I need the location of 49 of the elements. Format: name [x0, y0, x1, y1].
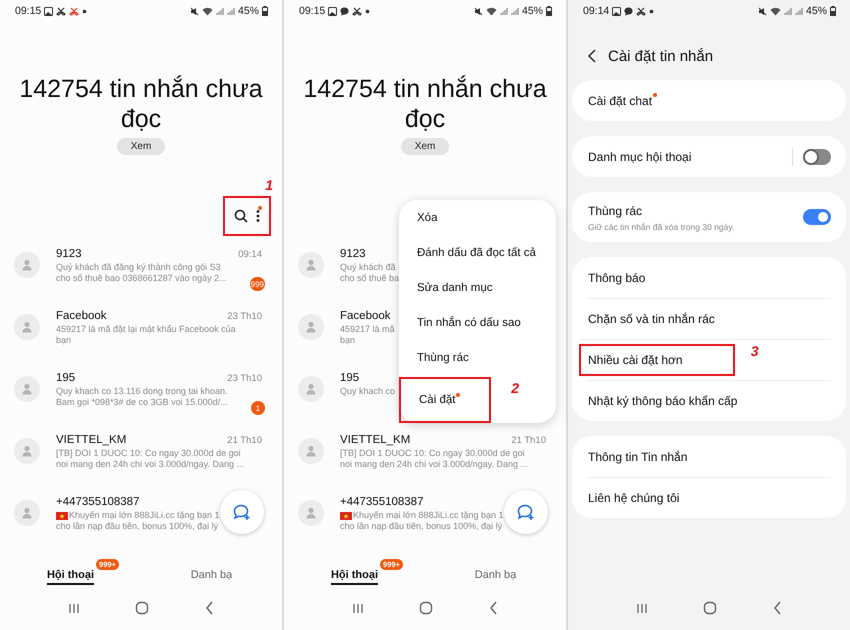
sender-name: 195 — [56, 371, 76, 386]
message-preview: Quý khách đã đăng ký thành công gói S3 — [56, 262, 221, 273]
annotation-number: 3 — [750, 344, 759, 358]
status-time: 09:15 — [299, 5, 326, 17]
message-preview: Quy khach co 13.116 dong trong tai khoan. — [56, 386, 228, 397]
annotation-number: 1 — [265, 178, 273, 192]
sender-name: VIETTEL_KM — [56, 433, 126, 448]
sender-name: +447355108387 — [56, 495, 140, 510]
status-time: 09:14 — [583, 5, 610, 17]
sender-name: +447355108387 — [340, 495, 424, 510]
annotation-number: 2 — [511, 381, 519, 395]
sender-name: Facebook — [340, 309, 391, 324]
message-preview: [TB] DOI 1 DUOC 10: Co ngay 30.000d de goi — [340, 448, 525, 459]
screen-title: Cài đặt tin nhắn — [608, 48, 714, 64]
sender-name: 9123 — [340, 247, 366, 262]
message-preview: noi mang den 24h chi voi 3.000d/ngay. Dang ... — [56, 459, 244, 470]
message-preview: 459217 là mã đặt lại mật khẩu Facebook của — [56, 324, 236, 335]
message-preview: [TB] DOI 1 DUOC 10: Co ngay 30.000d de goi — [56, 448, 241, 459]
message-time: 23 Th10 — [227, 311, 262, 322]
unread-count-title: 142754 tin nhắn chưa đọc — [302, 74, 548, 134]
sender-name: 195 — [340, 371, 360, 386]
message-preview: Quy khach co — [340, 386, 396, 397]
setting-description: Giữ các tin nhắn đã xóa trong 30 ngày. — [588, 222, 734, 232]
message-preview: bạn — [340, 335, 356, 346]
message-preview: noi mang den 24h chi voi 3.000d/ngay. Dang ... — [340, 459, 528, 470]
message-preview: 459217 là mã — [340, 324, 395, 335]
message-preview: Bam goi *098*3# de co 3GB voi 15.000d/... — [56, 397, 228, 408]
message-preview: Quý khách đã — [340, 262, 396, 273]
unread-badge: 1 — [251, 401, 265, 415]
message-time: 21 Th10 — [511, 435, 546, 446]
message-preview: cho lần nạp đầu tiên, bonus 100%, đại lý — [56, 521, 218, 532]
unread-badge: 999 — [250, 277, 265, 291]
sender-name: VIETTEL_KM — [340, 433, 410, 448]
battery-level: 45% — [238, 5, 259, 17]
message-preview: cho lần nạp đầu tiên, bonus 100%, đại lý — [340, 521, 502, 532]
message-time: 09:14 — [238, 249, 262, 260]
message-preview: Khuyến mại lớn 888JiLi.cc tặng bạn 1 — [69, 510, 220, 521]
message-time: 23 Th10 — [227, 373, 262, 384]
message-preview: bạn — [56, 335, 72, 346]
message-preview: cho số thuê bao 0368661287 vào ngày 2... — [56, 273, 227, 284]
message-time: 21 Th10 — [227, 435, 262, 446]
message-preview: Khuyến mại lớn 888JiLi.cc tặng bạn 1 — [353, 510, 504, 521]
sender-name: 9123 — [56, 247, 82, 262]
unread-count-title: 142754 tin nhắn chưa đọc — [18, 74, 264, 134]
status-time: 09:15 — [15, 5, 42, 17]
message-preview: cho số thuê ba — [340, 273, 400, 284]
battery-level: 45% — [522, 5, 543, 17]
sender-name: Facebook — [56, 309, 107, 324]
battery-level: 45% — [806, 5, 827, 17]
